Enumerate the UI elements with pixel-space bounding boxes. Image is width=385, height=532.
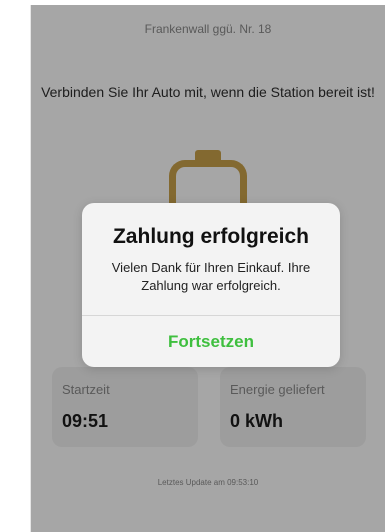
phone-frame: Frankenwall ggü. Nr. 18 Verbinden Sie Ih… — [30, 5, 385, 532]
dialog-title: Zahlung erfolgreich — [112, 225, 309, 248]
dialog-message: Vielen Dank für Ihren Einkauf. Ihre Zahl… — [111, 260, 311, 293]
payment-success-dialog: Zahlung erfolgreich Vielen Dank für Ihre… — [82, 203, 340, 367]
charging-screen: Frankenwall ggü. Nr. 18 Verbinden Sie Ih… — [31, 5, 385, 532]
continue-button[interactable]: Fortsetzen — [82, 316, 340, 367]
